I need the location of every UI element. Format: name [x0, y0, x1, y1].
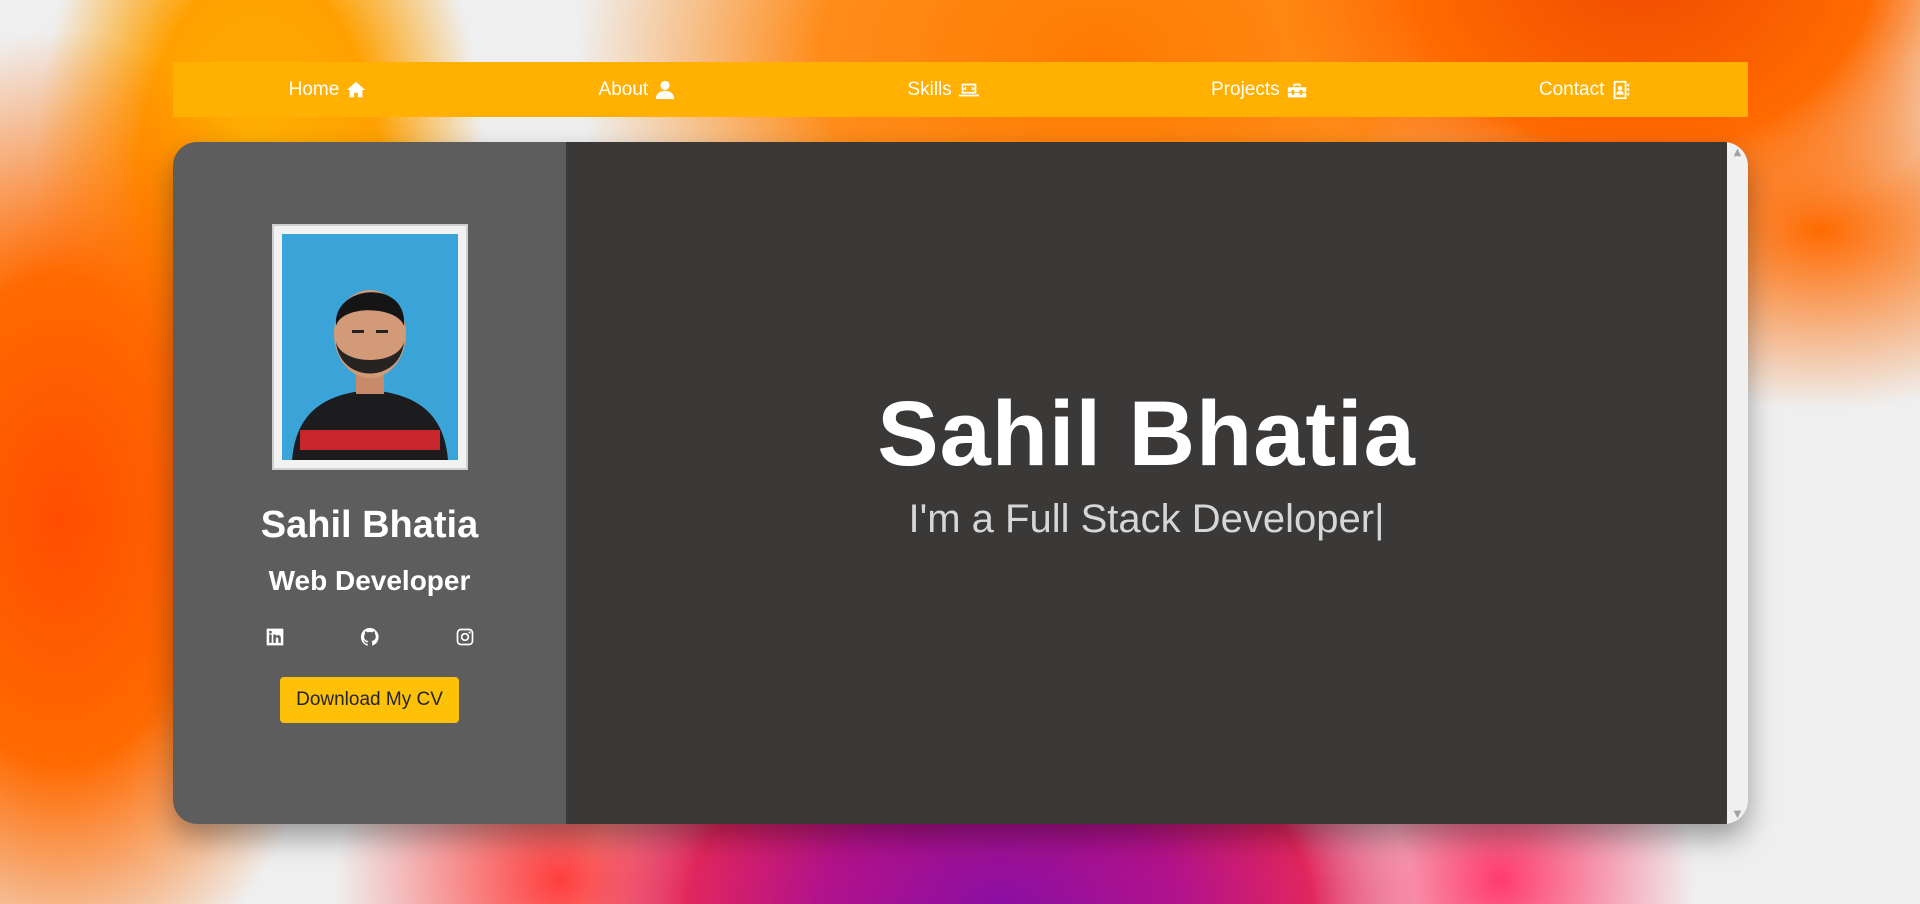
profile-name: Sahil Bhatia — [260, 504, 479, 546]
vertical-scrollbar[interactable]: ▲ ▼ — [1727, 142, 1748, 824]
nav-about[interactable]: About — [599, 79, 677, 101]
home-icon — [347, 81, 366, 97]
profile-photo — [281, 234, 458, 460]
nav-label: Home — [288, 78, 340, 100]
nav-label: Projects — [1211, 78, 1280, 100]
user-icon — [656, 80, 675, 99]
hero-title: Sahil Bhatia — [877, 383, 1416, 485]
nav-label: Contact — [1538, 78, 1605, 100]
person-portrait-image — [281, 234, 458, 460]
nav-contact[interactable]: Contact — [1539, 79, 1632, 101]
linkedin-icon[interactable] — [265, 627, 285, 647]
nav-skills[interactable]: Skills — [907, 79, 979, 101]
profile-role: Web Developer — [268, 565, 471, 596]
profile-card: Sahil Bhatia Web Developer Download My C… — [173, 142, 1748, 824]
address-book-icon — [1614, 80, 1630, 99]
top-navbar: Home About Skills Projects Contact — [173, 62, 1748, 117]
nav-projects[interactable]: Projects — [1211, 79, 1308, 101]
nav-label: Skills — [907, 78, 952, 100]
toolbox-icon — [1287, 83, 1306, 97]
download-cv-button[interactable]: Download My CV — [280, 677, 459, 723]
portfolio-frame: Home About Skills Projects Contact Sahil… — [173, 62, 1748, 824]
nav-home[interactable]: Home — [289, 79, 368, 101]
scroll-up-icon[interactable]: ▲ — [1727, 144, 1748, 160]
nav-label: About — [598, 78, 649, 100]
profile-photo-frame — [271, 224, 468, 470]
hero-section: Sahil Bhatia I'm a Full Stack Developer| — [566, 142, 1727, 824]
social-links — [265, 627, 475, 647]
profile-sidebar: Sahil Bhatia Web Developer Download My C… — [173, 142, 566, 824]
scroll-down-icon[interactable]: ▼ — [1727, 806, 1748, 822]
laptop-code-icon — [958, 83, 979, 96]
instagram-icon[interactable] — [455, 627, 475, 647]
github-icon[interactable] — [360, 627, 380, 647]
hero-tagline: I'm a Full Stack Developer| — [908, 497, 1385, 541]
